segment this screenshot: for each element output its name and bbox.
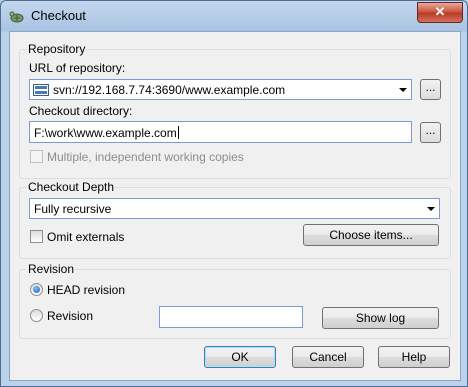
repository-icon	[33, 84, 49, 96]
url-label: URL of repository:	[29, 61, 126, 75]
head-revision-radio[interactable]	[30, 283, 43, 296]
dialog-body: Repository URL of repository: svn://192.…	[9, 31, 461, 381]
window-title: Checkout	[31, 8, 86, 23]
repository-group-label: Repository	[27, 42, 87, 56]
revision-group-label: Revision	[27, 262, 76, 276]
multiple-copies-checkbox[interactable]	[30, 150, 43, 163]
url-browse-button[interactable]: ...	[420, 79, 441, 100]
revision-radio[interactable]	[30, 309, 43, 322]
radio-selected-dot	[33, 286, 40, 293]
depth-select[interactable]: Fully recursive	[29, 198, 440, 219]
depth-selected-value: Fully recursive	[34, 202, 112, 216]
url-combo[interactable]: svn://192.168.7.74:3690/www.example.com	[29, 79, 412, 100]
close-button[interactable]: ✕	[417, 2, 463, 23]
checkout-directory-label: Checkout directory:	[29, 104, 133, 118]
cancel-button[interactable]: Cancel	[292, 346, 364, 368]
revision-label: Revision	[47, 309, 94, 323]
url-value: svn://192.168.7.74:3690/www.example.com	[53, 83, 286, 97]
revision-input[interactable]	[159, 306, 303, 328]
omit-externals-checkbox[interactable]	[30, 230, 43, 243]
tortoise-app-icon	[9, 11, 24, 23]
title-bar[interactable]: Checkout ✕	[1, 1, 467, 31]
close-icon: ✕	[434, 4, 446, 19]
help-button[interactable]: Help	[378, 346, 450, 368]
checkout-directory-input[interactable]: F:\work\www.example.com	[29, 121, 412, 143]
head-revision-label: HEAD revision	[47, 283, 126, 297]
multiple-copies-label: Multiple, independent working copies	[47, 150, 244, 164]
checkout-depth-group-label: Checkout Depth	[27, 180, 116, 194]
text-caret	[177, 126, 179, 139]
choose-items-button[interactable]: Choose items...	[303, 224, 439, 246]
omit-externals-label: Omit externals	[47, 230, 125, 244]
chevron-down-icon[interactable]	[399, 88, 407, 92]
show-log-button[interactable]: Show log	[322, 307, 439, 329]
ok-button[interactable]: OK	[204, 346, 276, 368]
checkout-directory-value: F:\work\www.example.com	[34, 126, 177, 140]
directory-browse-button[interactable]: ...	[420, 122, 441, 143]
checkout-dialog: Checkout ✕ Repository URL of repository:…	[0, 0, 468, 387]
chevron-down-icon[interactable]	[427, 207, 435, 211]
